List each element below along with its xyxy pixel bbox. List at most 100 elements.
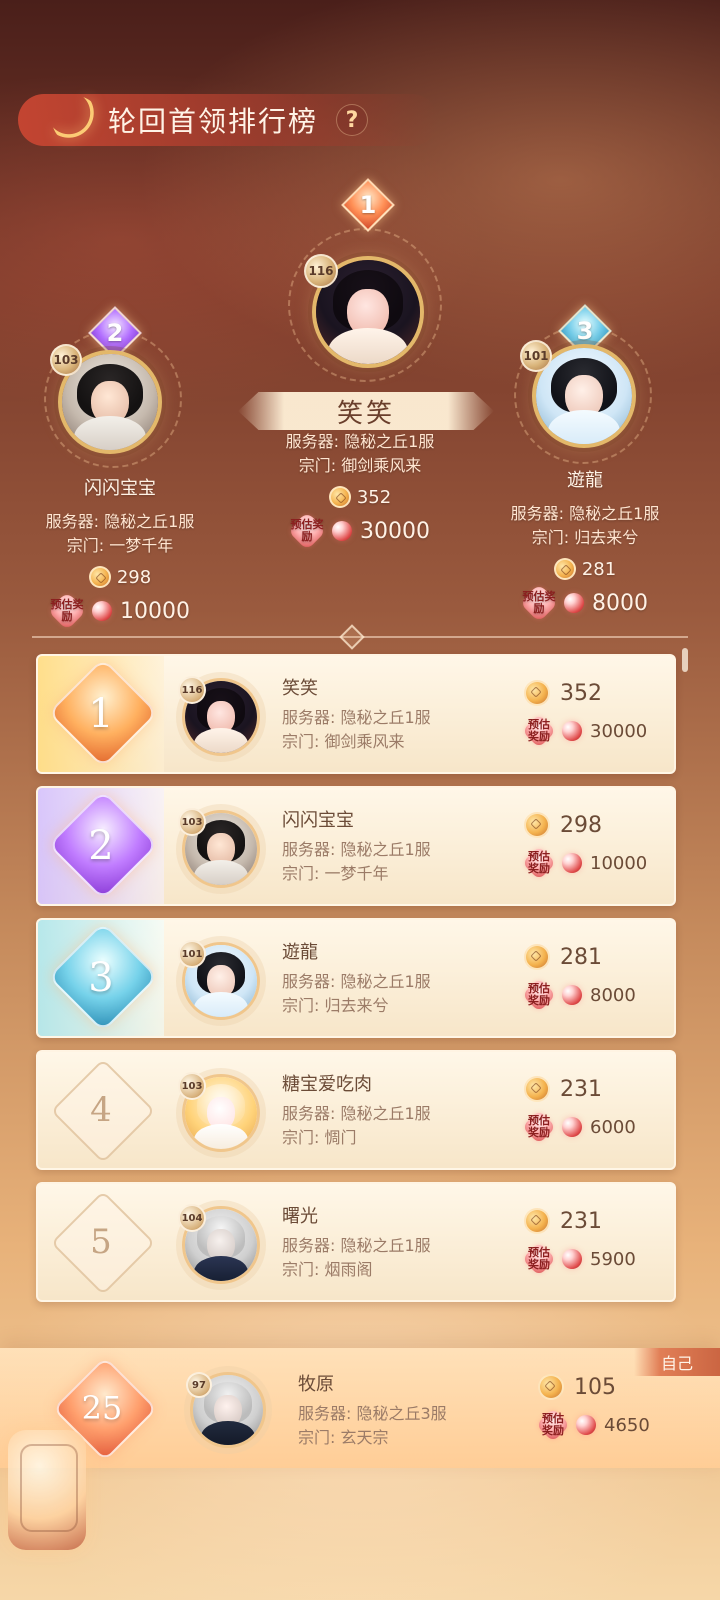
row-info: 笑笑 服务器: 隐秘之丘1服 宗门: 御剑乘风来 <box>282 674 502 754</box>
estimated-reward-badge: 预估奖励 <box>522 1242 556 1276</box>
row-name: 笑笑 <box>282 678 318 699</box>
row-server: 服务器: 隐秘之丘1服 <box>282 708 431 727</box>
leaderboard-row[interactable]: 2 103 闪闪宝宝 服务器: 隐秘之丘1服 宗门: 一梦千年 298 预估奖励… <box>36 786 676 906</box>
robe-shape <box>201 1420 255 1445</box>
rank-number: 4 <box>90 1090 112 1130</box>
self-rank-card[interactable]: 自己 25 97 牧原 服务器: 隐秘之丘3服 宗门: 玄天宗 105 预估奖励… <box>0 1348 720 1468</box>
row-name: 曙光 <box>282 1206 318 1227</box>
self-name: 牧原 <box>298 1374 334 1395</box>
row-score-top: 352 <box>524 680 664 706</box>
robe-shape <box>193 1123 249 1149</box>
row-sect: 宗门: 一梦千年 <box>282 864 389 883</box>
row-score-top: 298 <box>524 812 664 838</box>
reward-third-row: 预估奖励 8000 <box>470 583 700 623</box>
row-reward: 预估奖励 30000 <box>522 714 664 748</box>
leaderboard-row[interactable]: 1 116 笑笑 服务器: 隐秘之丘1服 宗门: 御剑乘风来 352 预估奖励 <box>36 654 676 774</box>
coin-icon <box>553 558 576 580</box>
estimated-reward-badge: 预估奖励 <box>522 714 556 748</box>
row-server: 服务器: 隐秘之丘1服 <box>282 840 431 859</box>
rank-number: 3 <box>88 955 114 1001</box>
estimated-reward-badge: 预估奖励 <box>522 846 556 880</box>
row-score-value: 231 <box>560 1208 602 1234</box>
rank-panel: 3 <box>38 920 164 1036</box>
self-server: 服务器: 隐秘之丘3服 <box>298 1404 447 1423</box>
row-sect: 宗门: 惆门 <box>282 1128 357 1147</box>
row-reward-value: 8000 <box>590 984 636 1006</box>
row-score-value: 281 <box>560 944 602 970</box>
row-score: 231 预估奖励 6000 <box>522 1076 664 1144</box>
badge-text: 预估奖励 <box>528 1246 550 1271</box>
row-sect: 宗门: 御剑乘风来 <box>282 732 405 751</box>
badge-text: 预估奖励 <box>528 718 550 743</box>
pearl-icon <box>564 593 584 613</box>
leaderboard-row[interactable]: 4 103 糖宝爱吃肉 服务器: 隐秘之丘1服 宗门: 惆门 231 预估奖励 <box>36 1050 676 1170</box>
row-score-value: 352 <box>560 680 602 706</box>
self-reward: 预估奖励 4650 <box>536 1408 708 1442</box>
estimated-reward-badge: 预估奖励 <box>536 1408 570 1442</box>
podium-third-details: 遊龍 服务器: 隐秘之丘1服 宗门: 归去来兮 281 预估奖励 8000 <box>470 466 700 623</box>
row-score: 298 预估奖励 10000 <box>522 812 664 880</box>
badge-text: 预估奖励 <box>522 590 556 615</box>
row-score-top: 281 <box>524 944 664 970</box>
row-reward-value: 30000 <box>590 720 648 742</box>
row-level-badge: 103 <box>178 808 206 836</box>
row-score-top: 231 <box>524 1208 664 1234</box>
self-info: 牧原 服务器: 隐秘之丘3服 宗门: 玄天宗 <box>298 1370 518 1450</box>
rank-panel: 1 <box>38 656 164 772</box>
row-info: 曙光 服务器: 隐秘之丘1服 宗门: 烟雨阁 <box>282 1202 502 1282</box>
score-third: 281 <box>581 558 617 580</box>
row-level-badge: 103 <box>178 1072 206 1100</box>
robe-shape <box>193 991 249 1017</box>
pearl-icon <box>562 985 582 1005</box>
robe-shape <box>547 410 621 444</box>
rank-number: 5 <box>90 1222 112 1262</box>
reward-third: 8000 <box>592 590 648 616</box>
coin-icon <box>524 944 550 970</box>
row-score: 352 预估奖励 30000 <box>522 680 664 748</box>
sect-third: 宗门: 归去来兮 <box>531 528 639 547</box>
leaderboard-row[interactable]: 5 104 曙光 服务器: 隐秘之丘1服 宗门: 烟雨阁 231 预估奖励 59… <box>36 1182 676 1302</box>
row-name: 闪闪宝宝 <box>282 810 354 831</box>
coin-icon <box>538 1374 564 1400</box>
badge-text: 预估奖励 <box>528 1114 550 1139</box>
rank-number: 2 <box>88 823 114 869</box>
badge-text: 预估奖励 <box>528 982 550 1007</box>
coin-icon <box>524 812 550 838</box>
self-reward-value: 4650 <box>604 1414 650 1436</box>
row-reward-value: 10000 <box>590 852 648 874</box>
self-tag: 自己 <box>634 1348 720 1376</box>
self-level-badge: 97 <box>186 1372 212 1398</box>
badge-text: 预估奖励 <box>542 1412 564 1437</box>
row-server: 服务器: 隐秘之丘1服 <box>282 972 431 991</box>
robe-shape <box>193 1255 249 1281</box>
badge-text: 预估奖励 <box>528 850 550 875</box>
coin-icon <box>524 1076 550 1102</box>
level-third: 101 <box>520 340 552 372</box>
robe-shape <box>193 727 249 753</box>
self-score-top: 105 <box>538 1374 708 1400</box>
self-sect: 宗门: 玄天宗 <box>298 1428 389 1447</box>
row-level-badge: 116 <box>178 676 206 704</box>
row-score-value: 231 <box>560 1076 602 1102</box>
coin-icon <box>524 680 550 706</box>
rank-third: 3 <box>576 317 594 345</box>
robe-shape <box>193 859 249 885</box>
row-reward-value: 6000 <box>590 1116 636 1138</box>
row-reward: 预估奖励 6000 <box>522 1110 664 1144</box>
scrollbar[interactable] <box>682 648 688 672</box>
row-name: 糖宝爱吃肉 <box>282 1074 372 1095</box>
name-third: 遊龍 <box>567 470 603 491</box>
row-info: 糖宝爱吃肉 服务器: 隐秘之丘1服 宗门: 惆门 <box>282 1070 502 1150</box>
row-server: 服务器: 隐秘之丘1服 <box>282 1104 431 1123</box>
pearl-icon <box>562 853 582 873</box>
leaderboard-row[interactable]: 3 101 遊龍 服务器: 隐秘之丘1服 宗门: 归去来兮 281 预估奖励 8… <box>36 918 676 1038</box>
row-score: 231 预估奖励 5900 <box>522 1208 664 1276</box>
pearl-icon <box>562 1249 582 1269</box>
self-score-value: 105 <box>574 1374 616 1400</box>
row-server: 服务器: 隐秘之丘1服 <box>282 1236 431 1255</box>
row-level-badge: 101 <box>178 940 206 968</box>
pearl-icon <box>576 1415 596 1435</box>
self-score: 105 预估奖励 4650 <box>536 1374 708 1442</box>
divider-diamond-icon <box>339 624 365 650</box>
pearl-icon <box>562 1117 582 1137</box>
